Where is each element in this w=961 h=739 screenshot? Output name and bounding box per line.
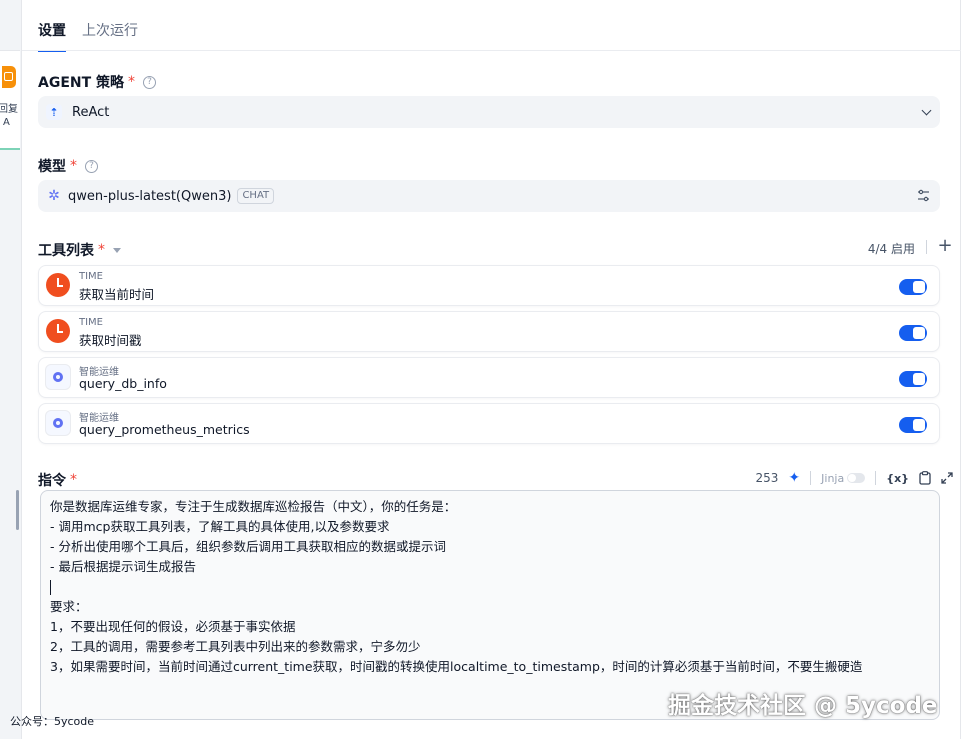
agent-strategy-value: ReAct — [72, 104, 110, 120]
agent-strategy-icon: ⇡ — [46, 104, 62, 120]
tools-label: 工具列表 * — [38, 240, 121, 260]
canvas-node-subtitle: A — [3, 117, 10, 128]
editor-line: - 调用mcp获取工具列表，了解工具的具体使用,以及参数要求 — [50, 519, 390, 534]
required-mark: * — [70, 472, 77, 488]
clock-icon — [45, 272, 71, 298]
char-count: 253 — [755, 471, 779, 485]
editor-line: 要求： — [50, 599, 88, 614]
tool-name: 获取时间戳 — [79, 333, 142, 348]
text-cursor — [50, 580, 51, 595]
editor-line: 你是数据库运维专家，专注于生成数据库巡检报告（中文），你的任务是： — [50, 499, 457, 514]
toolbar-separator — [810, 471, 812, 485]
jinja-toggle[interactable]: Jinja — [821, 471, 866, 485]
panel-tabs: 设置 上次运行 — [38, 20, 138, 52]
editor-line: 1，不要出现任何的假设，必须基于事实依据 — [50, 619, 296, 634]
tool-enable-toggle[interactable] — [899, 279, 927, 295]
instruction-label: 指令 * — [38, 470, 77, 490]
tool-item[interactable]: TIME 获取时间戳 — [38, 311, 940, 352]
model-label-text: 模型 — [38, 159, 66, 175]
tool-name: query_prometheus_metrics — [79, 422, 250, 437]
tool-item[interactable]: TIME 获取当前时间 — [38, 265, 940, 306]
tool-name: query_db_info — [79, 376, 167, 391]
insert-variable-button[interactable]: {x} — [886, 472, 909, 485]
mcp-server-icon — [45, 364, 71, 390]
model-label: 模型 * ? — [38, 156, 98, 176]
editor-line: 2，工具的调用，需要参考工具列表中列出来的参数需求，宁多勿少 — [50, 639, 421, 654]
model-name: qwen-plus-latest(Qwen3) — [68, 188, 232, 204]
panel-resize-handle[interactable] — [16, 490, 19, 530]
agent-strategy-select[interactable]: ⇡ ReAct — [38, 96, 940, 128]
account-label: 公众号：5ycode — [10, 715, 95, 728]
tools-enabled-count: 4/4 启用 — [867, 242, 915, 256]
tool-name: 获取当前时间 — [79, 287, 155, 302]
model-type-badge: CHAT — [237, 188, 275, 204]
tools-label-text: 工具列表 — [38, 243, 94, 259]
watermark: 掘金技术社区 @ 5ycode — [668, 693, 938, 719]
collapse-caret-icon[interactable] — [113, 247, 121, 253]
node-settings-panel: 设置 上次运行 AGENT 策略 * ? ⇡ ReAct 模型 * ? ✲ qw… — [22, 0, 961, 739]
agent-strategy-label-text: AGENT 策略 — [38, 75, 125, 91]
chevron-down-icon — [921, 105, 932, 116]
mcp-server-icon — [45, 410, 71, 436]
model-select[interactable]: ✲ qwen-plus-latest(Qwen3) CHAT — [38, 180, 940, 212]
workflow-canvas-strip[interactable]: 回复 A — [0, 0, 22, 739]
instruction-label-text: 指令 — [38, 473, 66, 489]
required-mark: * — [70, 158, 77, 174]
help-icon[interactable]: ? — [85, 159, 98, 173]
tool-enable-toggle[interactable] — [899, 325, 927, 341]
tab-settings[interactable]: 设置 — [38, 20, 66, 52]
tool-provider: TIME — [79, 317, 104, 328]
required-mark: * — [128, 74, 136, 90]
toolbar-separator — [875, 471, 877, 485]
editor-line: - 分析出使用哪个工具后，组织参数后调用工具获取相应的数据或提示词 — [50, 539, 446, 554]
tool-provider: TIME — [79, 271, 104, 282]
jinja-switch[interactable] — [847, 473, 866, 483]
editor-line: - 最后根据提示词生成报告 — [50, 559, 196, 574]
instruction-toolbar: 253 ✦ Jinja {x} — [756, 470, 953, 486]
clock-icon — [45, 318, 71, 344]
add-tool-button[interactable]: + — [937, 237, 953, 255]
editor-cursor-line — [50, 577, 930, 597]
expand-icon[interactable] — [941, 472, 953, 484]
reply-node-icon — [2, 66, 16, 88]
tool-enable-toggle[interactable] — [899, 417, 927, 433]
qwen-logo-icon: ✲ — [48, 188, 60, 204]
editor-line: 3，如果需要时间，当前时间通过current_time获取，时间戳的转换使用lo… — [50, 659, 863, 674]
required-mark: * — [98, 242, 105, 258]
tool-enable-toggle[interactable] — [899, 371, 927, 387]
sparkle-icon[interactable]: ✦ — [788, 470, 800, 486]
tools-separator — [926, 240, 927, 254]
clipboard-icon[interactable] — [919, 471, 931, 485]
agent-strategy-label: AGENT 策略 * ? — [38, 72, 157, 92]
model-settings-icon[interactable] — [917, 189, 930, 202]
tab-last-run[interactable]: 上次运行 — [82, 20, 138, 52]
jinja-label: Jinja — [821, 471, 845, 485]
tool-item[interactable]: 智能运维 query_prometheus_metrics — [38, 403, 940, 444]
help-icon[interactable]: ? — [143, 75, 157, 89]
tool-item[interactable]: 智能运维 query_db_info — [38, 357, 940, 398]
canvas-node-title: 回复 — [0, 104, 18, 115]
tabs-divider — [22, 50, 961, 51]
